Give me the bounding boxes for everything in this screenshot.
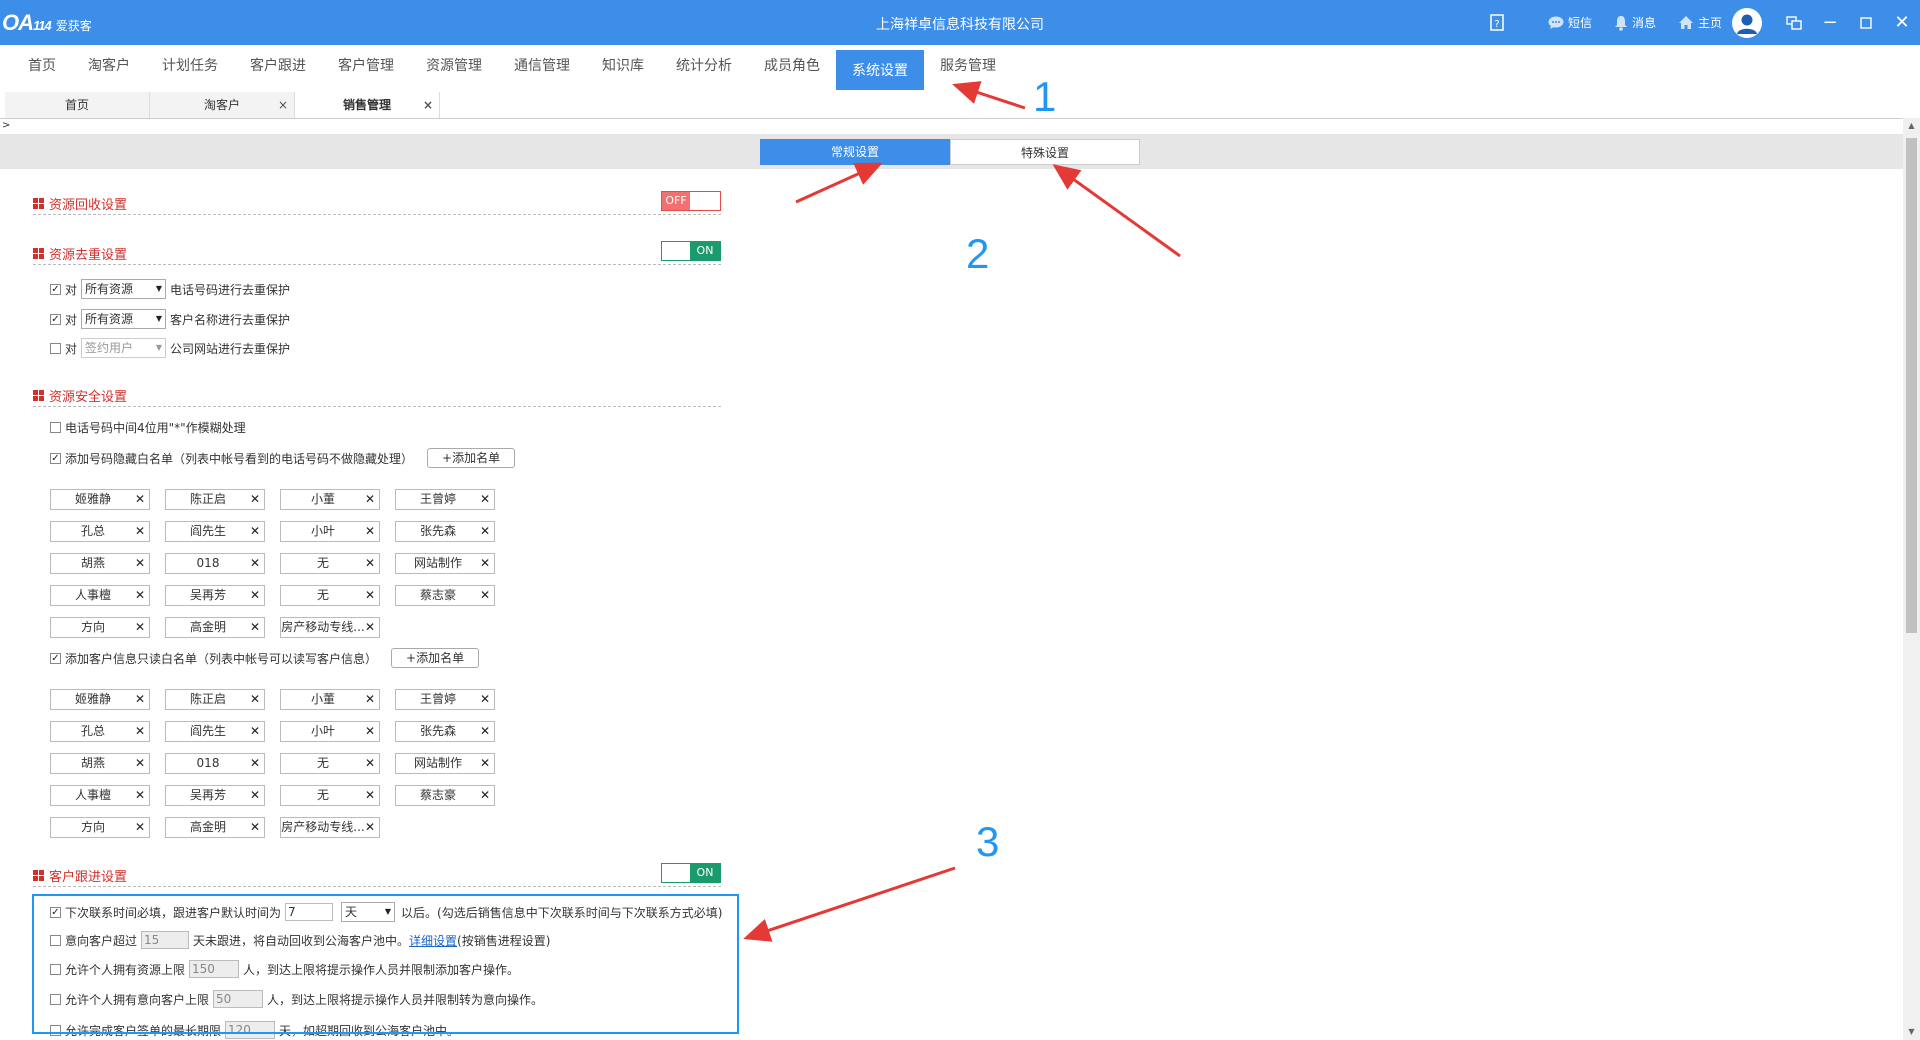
annotation-label-2: 2: [966, 230, 990, 277]
annotation-label-1: 1: [1033, 73, 1057, 120]
arrow-2b: [1052, 164, 1181, 258]
arrow-1: [952, 81, 1026, 110]
annotation-label-3: 3: [976, 818, 1000, 865]
arrow-3: [743, 866, 956, 942]
arrow-2a: [795, 162, 883, 204]
annotation-arrows: [743, 81, 1181, 942]
